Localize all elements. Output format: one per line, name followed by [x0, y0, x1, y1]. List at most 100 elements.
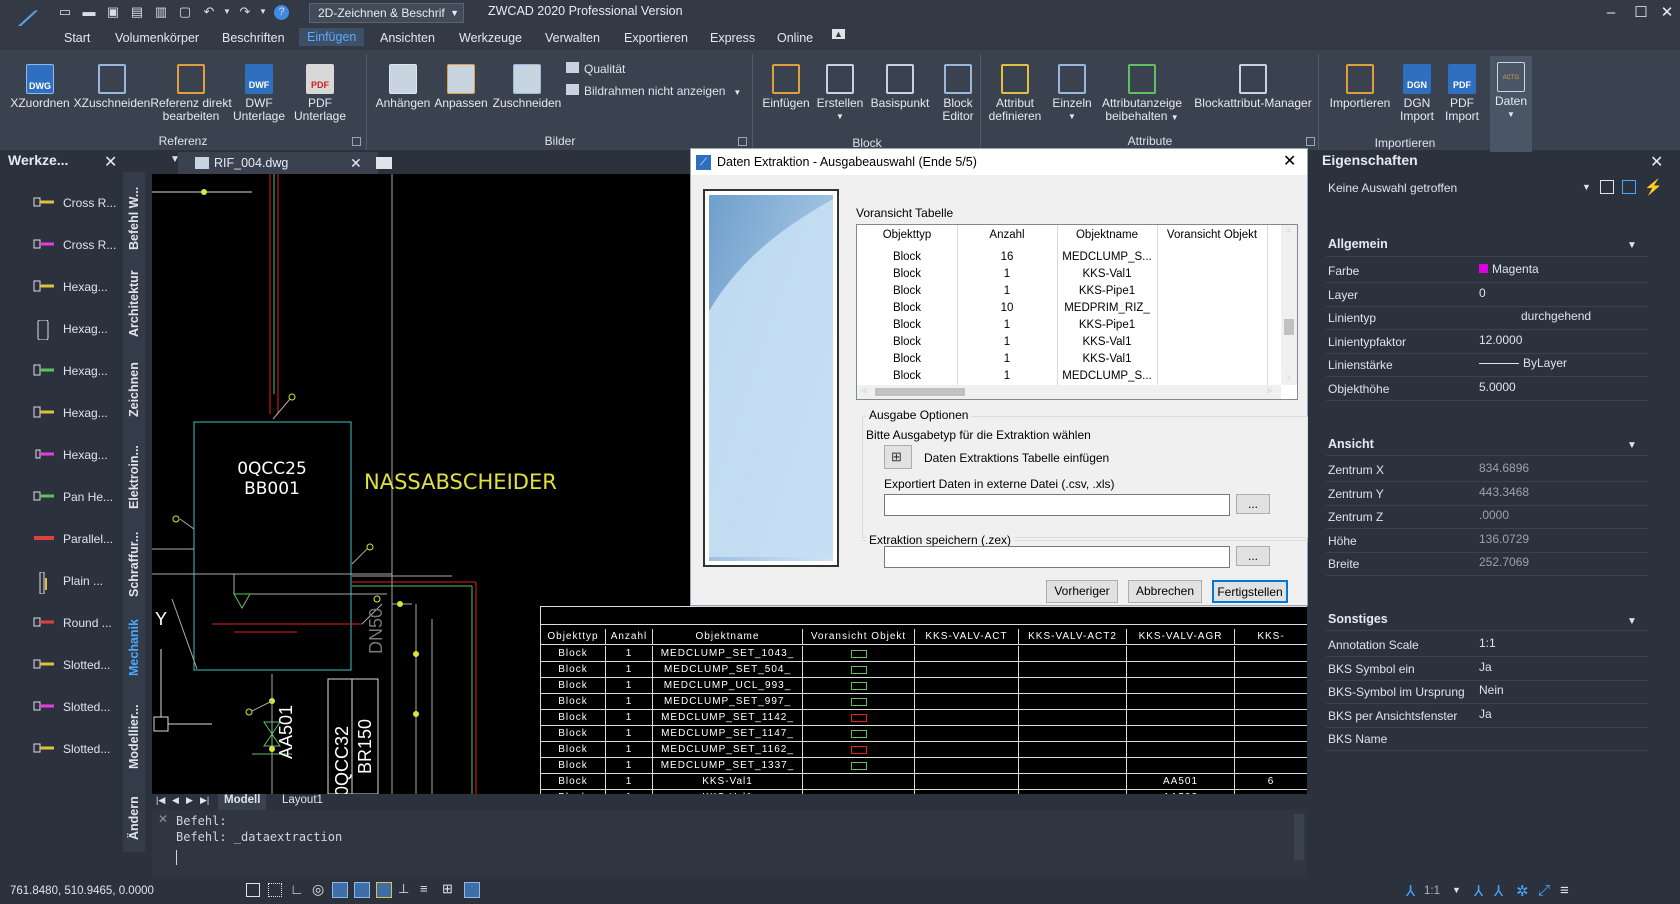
scroll-left-icon[interactable]: ◀ — [860, 385, 867, 396]
property-value[interactable]: 834.6896 — [1479, 461, 1529, 475]
drawing-extraction-table[interactable]: Objekttyp Anzahl Objektname Voransicht Obje… — [540, 606, 1307, 794]
einfuegen-block-button[interactable]: Einfügen — [756, 64, 816, 110]
property-value[interactable]: ByLayer — [1479, 356, 1567, 370]
anhaengen-button[interactable]: Anhängen — [372, 64, 434, 110]
redo-icon[interactable]: ↷ — [236, 3, 254, 21]
menu-verwalten[interactable]: Verwalten — [545, 31, 600, 45]
property-value[interactable]: 252.7069 — [1479, 555, 1529, 569]
table-row[interactable]: Block 1 KKS-Val1 — [857, 353, 1281, 370]
palette-tab-mechanik[interactable]: Mechanik — [127, 610, 149, 686]
scroll-right-icon[interactable]: ▶ — [1267, 385, 1274, 396]
pdf-import-button[interactable]: PDF PDF Import — [1436, 64, 1488, 123]
dialog-launcher-icon[interactable] — [352, 137, 361, 146]
property-value[interactable]: 136.0729 — [1479, 532, 1529, 546]
save-as-icon[interactable]: ▤ — [128, 3, 146, 21]
toggle-pickadd-icon[interactable] — [1600, 180, 1614, 194]
cancel-button[interactable]: Abbrechen — [1128, 580, 1202, 603]
column-header[interactable]: Objektname — [1057, 229, 1157, 241]
help-icon[interactable]: ? — [274, 5, 289, 20]
selection-dropdown[interactable]: Keine Auswahl getroffen ▼ — [1324, 176, 1592, 200]
palette-tab-befehl[interactable]: Befehl W... — [127, 178, 149, 258]
palette-tab-elektroin[interactable]: Elektroin... — [127, 434, 149, 520]
save-path-input[interactable] — [884, 546, 1230, 568]
select-objects-icon[interactable] — [1622, 180, 1636, 194]
insert-table-option[interactable]: ⊞ — [884, 445, 912, 469]
scroll-thumb[interactable] — [875, 388, 965, 396]
workspace-selector[interactable]: 2D-Zeichnen & Beschrif ▼ — [309, 3, 464, 23]
annotation-scale-value[interactable]: 1:1 — [1424, 885, 1440, 897]
menu-express[interactable]: Express — [710, 31, 755, 45]
palette-tab-aendern[interactable]: Ändern — [127, 790, 149, 846]
quick-select-icon[interactable]: ⚡ — [1644, 178, 1663, 196]
xzuschneiden-button[interactable]: XZuschneiden — [72, 64, 152, 110]
table-row[interactable]: Block 1 KKS-Val1 — [857, 336, 1281, 353]
section-ansicht[interactable]: Ansicht — [1328, 437, 1374, 451]
last-layout-icon[interactable]: ▶| — [200, 795, 209, 806]
command-line[interactable]: ✕ Befehl: Befehl: _dataextraction — [152, 810, 1307, 877]
anpassen-button[interactable]: Anpassen — [430, 64, 492, 110]
table-row[interactable]: Block 10 MEDPRIM_RIZ_ — [857, 302, 1281, 319]
close-dialog-button[interactable]: ✕ — [1283, 149, 1296, 175]
grid-icon[interactable] — [246, 883, 260, 897]
auto-scale-icon[interactable]: ⅄ — [1494, 882, 1503, 900]
menu-werkzeuge[interactable]: Werkzeuge — [459, 31, 522, 45]
close-icon[interactable]: ✕ — [1650, 152, 1663, 172]
daten-button[interactable]: ACTG Daten ▼ — [1490, 56, 1532, 152]
property-value[interactable]: Ja — [1479, 707, 1492, 721]
menu-beschriften[interactable]: Beschriften — [222, 31, 285, 45]
basispunkt-button[interactable]: Basispunkt — [864, 64, 936, 110]
property-value[interactable]: 5.0000 — [1479, 380, 1516, 394]
tab-layout1[interactable]: Layout1 — [276, 794, 329, 810]
export-path-input[interactable] — [884, 494, 1230, 516]
browse-save-button[interactable]: ... — [1236, 546, 1270, 566]
browse-export-button[interactable]: ... — [1236, 494, 1270, 514]
ortho-icon[interactable]: ∟ — [290, 881, 304, 897]
minimize-button[interactable]: – — [1596, 2, 1626, 24]
property-value[interactable]: Ja — [1479, 660, 1492, 674]
finish-button[interactable]: Fertigstellen — [1212, 580, 1288, 603]
close-icon[interactable]: ✕ — [104, 152, 117, 172]
quick-properties-icon[interactable] — [464, 882, 480, 898]
polar-icon[interactable]: ◎ — [312, 881, 324, 898]
print-icon[interactable]: ▥ — [152, 3, 170, 21]
new-tab-icon[interactable] — [376, 157, 392, 169]
preview-table[interactable]: Objekttyp Anzahl Objektname Voransicht O… — [856, 224, 1298, 400]
new-icon[interactable]: ▭ — [56, 3, 74, 21]
close-icon[interactable]: ✕ — [158, 812, 168, 826]
erstellen-button[interactable]: Erstellen ▼ — [812, 64, 868, 123]
osnap-icon[interactable] — [332, 882, 348, 898]
property-value[interactable]: Nein — [1479, 683, 1504, 697]
palette-tab-modellier[interactable]: Modellier... — [127, 694, 149, 780]
column-header[interactable]: Objekttyp — [857, 229, 957, 241]
dwf-unterlage-button[interactable]: DWF DWF Unterlage — [228, 64, 290, 123]
importieren-button[interactable]: Importieren — [1324, 64, 1396, 110]
workspace-settings-icon[interactable]: ✲ — [1516, 882, 1529, 900]
previous-button[interactable]: Vorheriger — [1046, 580, 1118, 603]
property-value[interactable]: Magenta — [1479, 262, 1539, 276]
table-row[interactable]: Block 16 MEDCLUMP_S... — [857, 251, 1281, 268]
menu-exportieren[interactable]: Exportieren — [624, 31, 688, 45]
horizontal-scrollbar[interactable]: ◀ ▶ — [857, 385, 1281, 399]
scroll-thumb[interactable] — [1284, 319, 1294, 335]
table-row[interactable]: Block 1 KKS-Pipe1 — [857, 285, 1281, 302]
selection-cycling-icon[interactable]: ⊞ — [442, 881, 453, 897]
column-header[interactable]: Voransicht Objekt — [1157, 229, 1267, 241]
table-row[interactable]: Block 1 KKS-Val1 — [857, 268, 1281, 285]
next-layout-icon[interactable]: ▶ — [186, 795, 193, 806]
lineweight-icon[interactable]: ≡ — [420, 881, 428, 896]
block-editor-button[interactable]: Block Editor — [930, 64, 986, 123]
vertical-scrollbar[interactable]: ▲ ▼ — [1281, 225, 1297, 385]
scroll-down-icon[interactable]: ▼ — [1285, 373, 1293, 382]
ducs-icon[interactable]: ⊥ — [398, 881, 409, 897]
property-value[interactable]: durchgehend — [1521, 309, 1591, 323]
palette-tab-schraffur[interactable]: Schraffur... — [127, 522, 149, 606]
menu-start[interactable]: Start — [64, 31, 90, 45]
document-tab[interactable]: RIF_004.dwg ✕ — [178, 152, 378, 174]
palette-tab-zeichnen[interactable]: Zeichnen — [127, 356, 149, 424]
property-value[interactable]: .0000 — [1479, 508, 1509, 522]
bildrahmen-button[interactable]: Bildrahmen nicht anzeigen ▼ — [566, 84, 741, 98]
attributanzeige-button[interactable]: Attributanzeige beibehalten ▼ — [1098, 64, 1186, 124]
palette-tab-architektur[interactable]: Architektur — [127, 264, 149, 344]
section-sonstiges[interactable]: Sonstiges — [1328, 612, 1388, 626]
zoom-extents-icon[interactable]: ▢ — [176, 3, 194, 21]
